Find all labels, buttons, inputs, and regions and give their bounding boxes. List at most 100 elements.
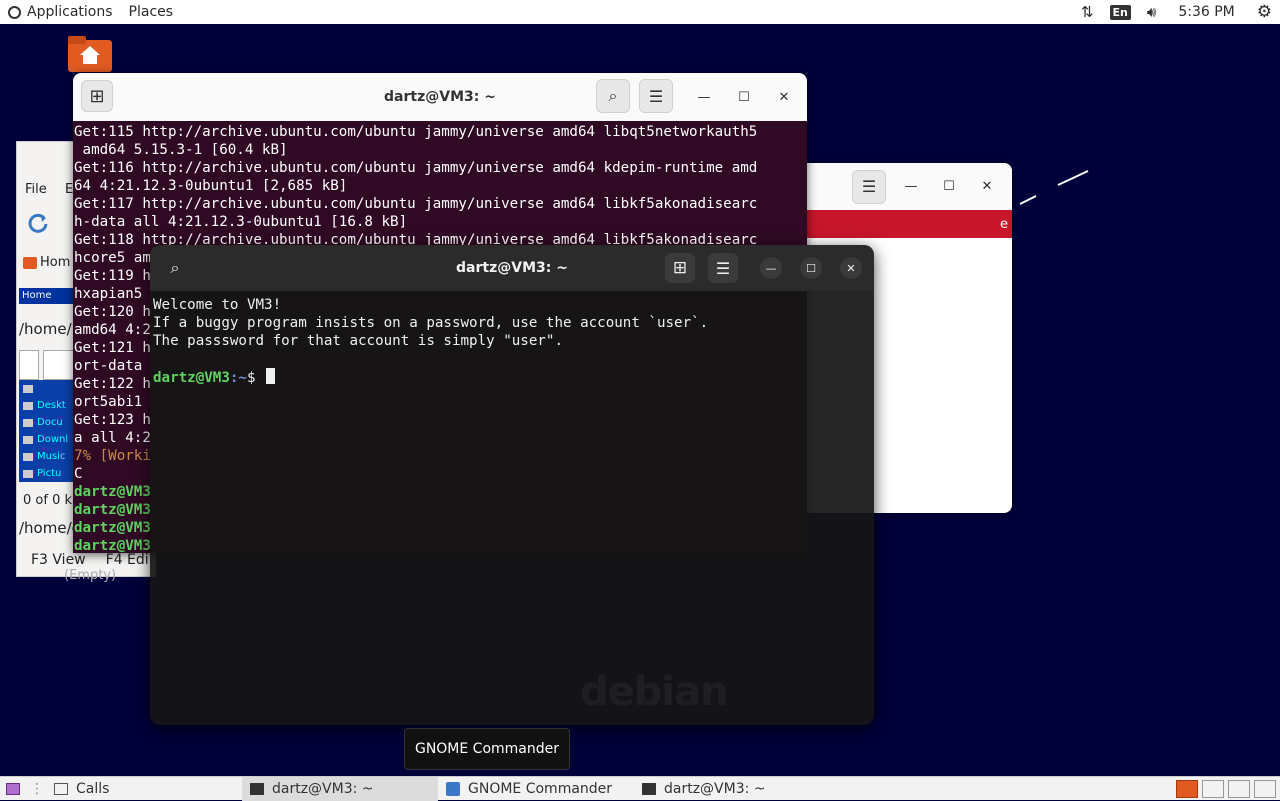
maximize-button[interactable]: ☐: [731, 84, 757, 110]
menu-file[interactable]: File: [25, 182, 47, 197]
empty-label: (Empty): [64, 568, 117, 583]
maximize-button[interactable]: ☐: [936, 174, 962, 200]
terminal-headerbar: ⊞ dartz@VM3: ~ ⌕ ☰ — ☐ ✕: [73, 73, 807, 121]
output-line: Get:116 http://archive.ubuntu.com/ubuntu…: [74, 160, 758, 176]
folder-icon: [23, 435, 33, 444]
taskbar-label: dartz@VM3: ~: [664, 780, 766, 797]
show-desktop-icon: [6, 782, 20, 795]
search-icon: ⌕: [608, 86, 618, 105]
path-label-2: /home/d: [19, 519, 82, 537]
close-button[interactable]: ✕: [974, 174, 1000, 200]
prompt-line: dartz@VM3:~$: [153, 368, 874, 387]
output-line: Get:115 http://archive.ubuntu.com/ubuntu…: [74, 124, 758, 140]
home-folder-desktop-icon[interactable]: [66, 34, 114, 74]
gnome-commander-icon: [446, 781, 460, 796]
main-menu-button[interactable]: ☰: [852, 169, 886, 204]
list-item[interactable]: [19, 380, 75, 397]
terminal-headerbar: ⌕ dartz@VM3: ~ ⊞ ☰ — ☐ ✕: [150, 245, 874, 291]
top-panel: Applications Places ⇅ En 🔊︎ 5:36 PM ⚙: [0, 0, 1280, 24]
close-button[interactable]: ✕: [771, 84, 797, 110]
list-item[interactable]: Pictu: [19, 465, 75, 482]
minimize-button[interactable]: —: [691, 84, 717, 110]
file-list[interactable]: Deskt Docu Downl Music Pictu: [19, 380, 75, 482]
hamburger-icon: ☰: [715, 258, 731, 278]
home-icon: [23, 256, 37, 269]
ubuntu-logo-icon: [8, 5, 21, 19]
places-menu[interactable]: Places: [121, 0, 182, 24]
error-bar: e: [800, 210, 1012, 238]
close-button[interactable]: ✕: [840, 257, 862, 279]
list-item[interactable]: Docu: [19, 414, 75, 431]
window-list-handle[interactable]: ⋮: [26, 777, 48, 801]
menu-button[interactable]: ☰: [708, 253, 738, 283]
clock[interactable]: 5:36 PM: [1164, 0, 1248, 24]
path-label: /home/: [19, 320, 72, 338]
diagonal-marks: [1019, 170, 1089, 205]
workspace-2[interactable]: [1202, 780, 1224, 798]
window-icon: [54, 782, 68, 795]
refresh-icon[interactable]: [27, 212, 49, 234]
f3-view-button[interactable]: F3 View: [31, 552, 86, 568]
list-item[interactable]: Music: [19, 448, 75, 465]
list-header[interactable]: [43, 350, 77, 380]
taskbar-label: GNOME Commander: [468, 780, 613, 797]
list-item[interactable]: Deskt: [19, 397, 75, 414]
list-item[interactable]: Downl: [19, 431, 75, 448]
file-name: Docu: [37, 417, 63, 428]
maximize-button[interactable]: ☐: [800, 257, 822, 279]
prompt-sign: $: [246, 370, 265, 386]
minimize-button[interactable]: —: [898, 174, 924, 200]
terminal-window-active[interactable]: ⌕ dartz@VM3: ~ ⊞ ☰ — ☐ ✕ Welcome to VM3!…: [150, 245, 874, 725]
prompt-path: :~: [229, 370, 247, 386]
settings-gear-icon[interactable]: ⚙: [1249, 0, 1280, 24]
text-cursor: [266, 368, 276, 384]
menu-button[interactable]: ☰: [639, 79, 673, 113]
hamburger-icon: ☰: [861, 177, 877, 196]
folder-icon: [23, 469, 33, 478]
grip-icon: ⋮: [30, 780, 44, 797]
show-desktop-button[interactable]: [0, 777, 26, 801]
minimize-button[interactable]: —: [760, 257, 782, 279]
f4-edit-button[interactable]: F4 Edi: [106, 552, 149, 568]
file-name: Downl: [37, 434, 69, 445]
output-line: amd64 5.15.3-1 [60.4 kB]: [74, 142, 288, 158]
taskbar-item-terminal-2[interactable]: dartz@VM3: ~: [634, 777, 830, 801]
menu-edit[interactable]: E: [65, 182, 73, 197]
folder-icon: [23, 452, 33, 461]
home-folder-icon: [68, 36, 112, 72]
home-button[interactable]: Hom: [23, 255, 70, 270]
search-button[interactable]: ⌕: [596, 79, 630, 113]
file-count: 0 of 0 k: [23, 493, 72, 508]
file-name: Pictu: [37, 468, 62, 479]
bottom-taskbar: ⋮ Calls dartz@VM3: ~ GNOME Commander dar…: [0, 776, 1280, 801]
output-line: h-data all 4:21.12.3-0ubuntu1 [16.8 kB]: [74, 214, 408, 230]
list-header[interactable]: [19, 350, 39, 380]
language-badge: En: [1109, 4, 1131, 20]
plus-icon: ⊞: [672, 258, 688, 278]
network-icon[interactable]: ⇅: [1073, 0, 1102, 24]
home-tab[interactable]: Home: [19, 288, 79, 304]
terminal-output[interactable]: Welcome to VM3! If a buggy program insist…: [150, 291, 874, 387]
workspace-switcher[interactable]: [1174, 777, 1280, 801]
hamburger-icon: ☰: [648, 86, 664, 106]
volume-icon[interactable]: 🔊︎: [1139, 0, 1164, 24]
output-line: Get:117 http://archive.ubuntu.com/ubuntu…: [74, 196, 758, 212]
workspace-4[interactable]: [1254, 780, 1276, 798]
applications-label: Applications: [27, 4, 113, 20]
applications-menu[interactable]: Applications: [0, 0, 121, 24]
home-button-label: Hom: [40, 255, 71, 270]
taskbar-item-terminal-1[interactable]: dartz@VM3: ~: [242, 776, 438, 801]
taskbar-item-calls[interactable]: Calls: [48, 777, 242, 801]
taskbar-item-gnome-commander[interactable]: GNOME Commander: [438, 777, 634, 801]
folder-icon: [23, 418, 33, 427]
debian-watermark: debian: [580, 669, 729, 715]
new-tab-button[interactable]: ⊞: [665, 253, 695, 283]
language-indicator[interactable]: En: [1102, 0, 1139, 24]
headerbar: ☰ — ☐ ✕: [800, 163, 1012, 210]
output-line: If a buggy program insists on a password…: [153, 315, 709, 331]
terminal-icon: [250, 782, 264, 795]
output-line: 64 4:21.12.3-0ubuntu1 [2,685 kB]: [74, 178, 348, 194]
workspace-1[interactable]: [1176, 780, 1198, 798]
taskbar-tooltip: GNOME Commander: [404, 728, 570, 770]
workspace-3[interactable]: [1228, 780, 1250, 798]
